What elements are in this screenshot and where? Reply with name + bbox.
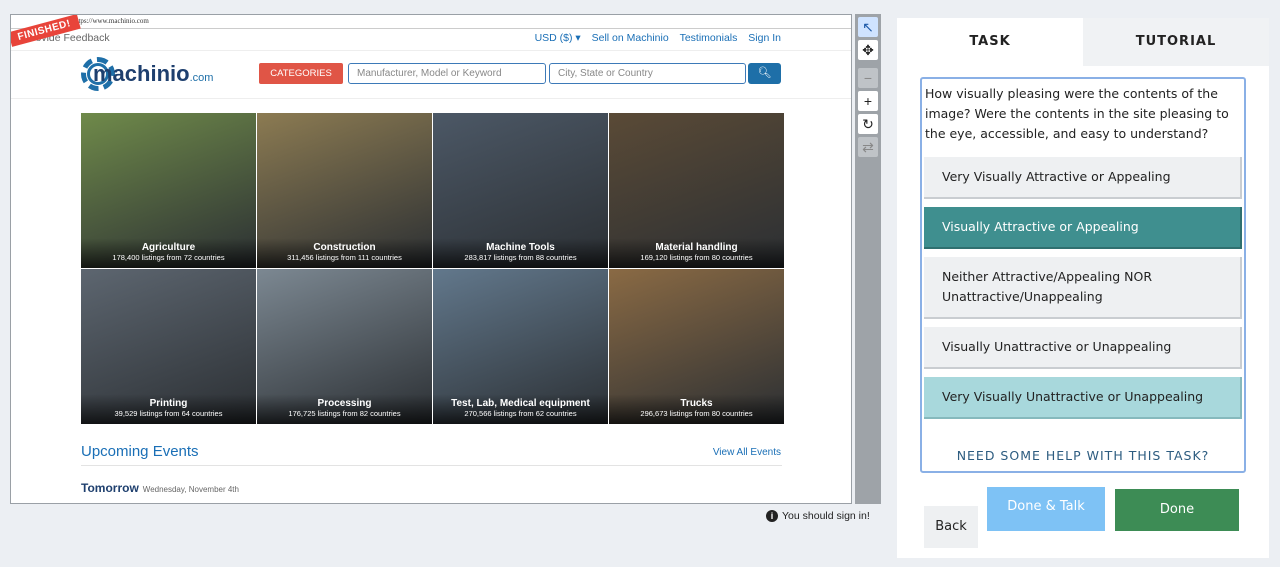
info-icon: i [766,510,778,522]
category-tile[interactable]: Agriculture 178,400 listings from 72 coun… [81,113,256,268]
rotate-icon[interactable]: ↻ [858,114,878,134]
url-bar: https://www.machinio.com [11,15,851,29]
search-button[interactable]: 🔍︎ [748,63,781,84]
sign-in-notice: i You should sign in! [766,510,870,522]
done-and-talk-button[interactable]: Done & Talk [987,487,1105,531]
category-title: Test, Lab, Medical equipment [451,398,590,409]
question-box: How visually pleasing were the contents … [920,77,1246,473]
category-title: Printing [149,398,188,409]
category-listing-count: 178,400 listings from 72 countries [112,253,225,262]
screenshot-viewer: FINISHED! https://www.machinio.com Provi… [10,14,852,504]
category-listing-count: 296,673 listings from 80 countries [640,409,753,418]
category-title: Trucks [680,398,713,409]
tomorrow-event-heading: Tomorrow Wednesday, November 4th [81,481,239,495]
categories-button[interactable]: CATEGORIES [259,63,343,84]
category-listing-count: 169,120 listings from 80 countries [640,253,753,262]
category-tile[interactable]: Machine Tools 283,817 listings from 88 co… [433,113,608,268]
done-button[interactable]: Done [1115,489,1239,531]
sign-in-link[interactable]: Sign In [748,32,781,44]
viewer-toolbar: ↖ ✥ − + ↻ ⇄ [855,14,881,504]
machinio-logo[interactable]: machinio.com [81,57,213,93]
option-very-attractive[interactable]: Very Visually Attractive or Appealing [924,157,1242,199]
category-tile[interactable]: Test, Lab, Medical equipment 270,566 list… [433,269,608,424]
back-button[interactable]: Back [924,506,978,548]
upcoming-events-title: Upcoming Events [81,443,199,460]
sell-link[interactable]: Sell on Machinio [592,32,669,44]
category-listing-count: 311,456 listings from 111 countries [287,253,402,262]
category-listing-count: 283,817 listings from 88 countries [464,253,577,262]
category-title: Agriculture [141,242,196,253]
category-tile[interactable]: Printing 39,529 listings from 64 countrie… [81,269,256,424]
category-listing-count: 39,529 listings from 64 countries [114,409,223,418]
zoom-in-icon[interactable]: + [858,91,878,111]
category-tile[interactable]: Trucks 296,673 listings from 80 countries [609,269,784,424]
site-top-nav: Provide Feedback USD ($) ▾ Sell on Machi… [11,29,851,51]
tab-tutorial[interactable]: TUTORIAL [1083,18,1269,66]
question-text: How visually pleasing were the contents … [925,86,1229,141]
category-title: Construction [313,242,376,253]
view-all-events-link[interactable]: View All Events [713,447,781,458]
zoom-out-icon[interactable]: − [858,68,878,88]
currency-selector[interactable]: USD ($) ▾ [535,32,581,44]
category-tile[interactable]: Material handling 169,120 listings from 8… [609,113,784,268]
keyword-search-input[interactable]: Manufacturer, Model or Keyword [348,63,546,84]
logo-suffix: .com [189,72,214,84]
need-help-link[interactable]: NEED SOME HELP WITH THIS TASK? [922,448,1244,463]
option-attractive[interactable]: Visually Attractive or Appealing [924,207,1242,249]
events-divider [81,465,782,466]
option-very-unattractive[interactable]: Very Visually Unattractive or Unappealin… [924,377,1242,419]
category-listing-count: 176,725 listings from 82 countries [288,409,401,418]
category-title: Processing [317,398,372,409]
testimonials-link[interactable]: Testimonials [680,32,738,44]
option-neutral[interactable]: Neither Attractive/Appealing NOR Unattra… [924,257,1242,319]
search-icon: 🔍︎ [757,67,772,79]
panel-tabs: TASK TUTORIAL [897,18,1269,66]
category-tile[interactable]: Construction 311,456 listings from 111 co… [257,113,432,268]
category-title: Machine Tools [486,242,555,253]
tab-task[interactable]: TASK [897,18,1083,66]
logo-text: machinio [93,61,190,86]
category-tile[interactable]: Processing 176,725 listings from 82 count… [257,269,432,424]
site-search-row: machinio.com CATEGORIES Manufacturer, Mo… [11,51,851,99]
task-panel: TASK TUTORIAL How visually pleasing were… [897,18,1269,558]
category-grid: Agriculture 178,400 listings from 72 coun… [81,113,784,425]
event-date: Wednesday, November 4th [142,485,239,494]
category-listing-count: 270,566 listings from 62 countries [464,409,577,418]
location-search-input[interactable]: City, State or Country [549,63,746,84]
pointer-icon[interactable]: ↖ [858,17,878,37]
move-icon[interactable]: ✥ [858,40,878,60]
refresh-icon[interactable]: ⇄ [858,137,878,157]
category-title: Material handling [655,242,738,253]
option-unattractive[interactable]: Visually Unattractive or Unappealing [924,327,1242,369]
